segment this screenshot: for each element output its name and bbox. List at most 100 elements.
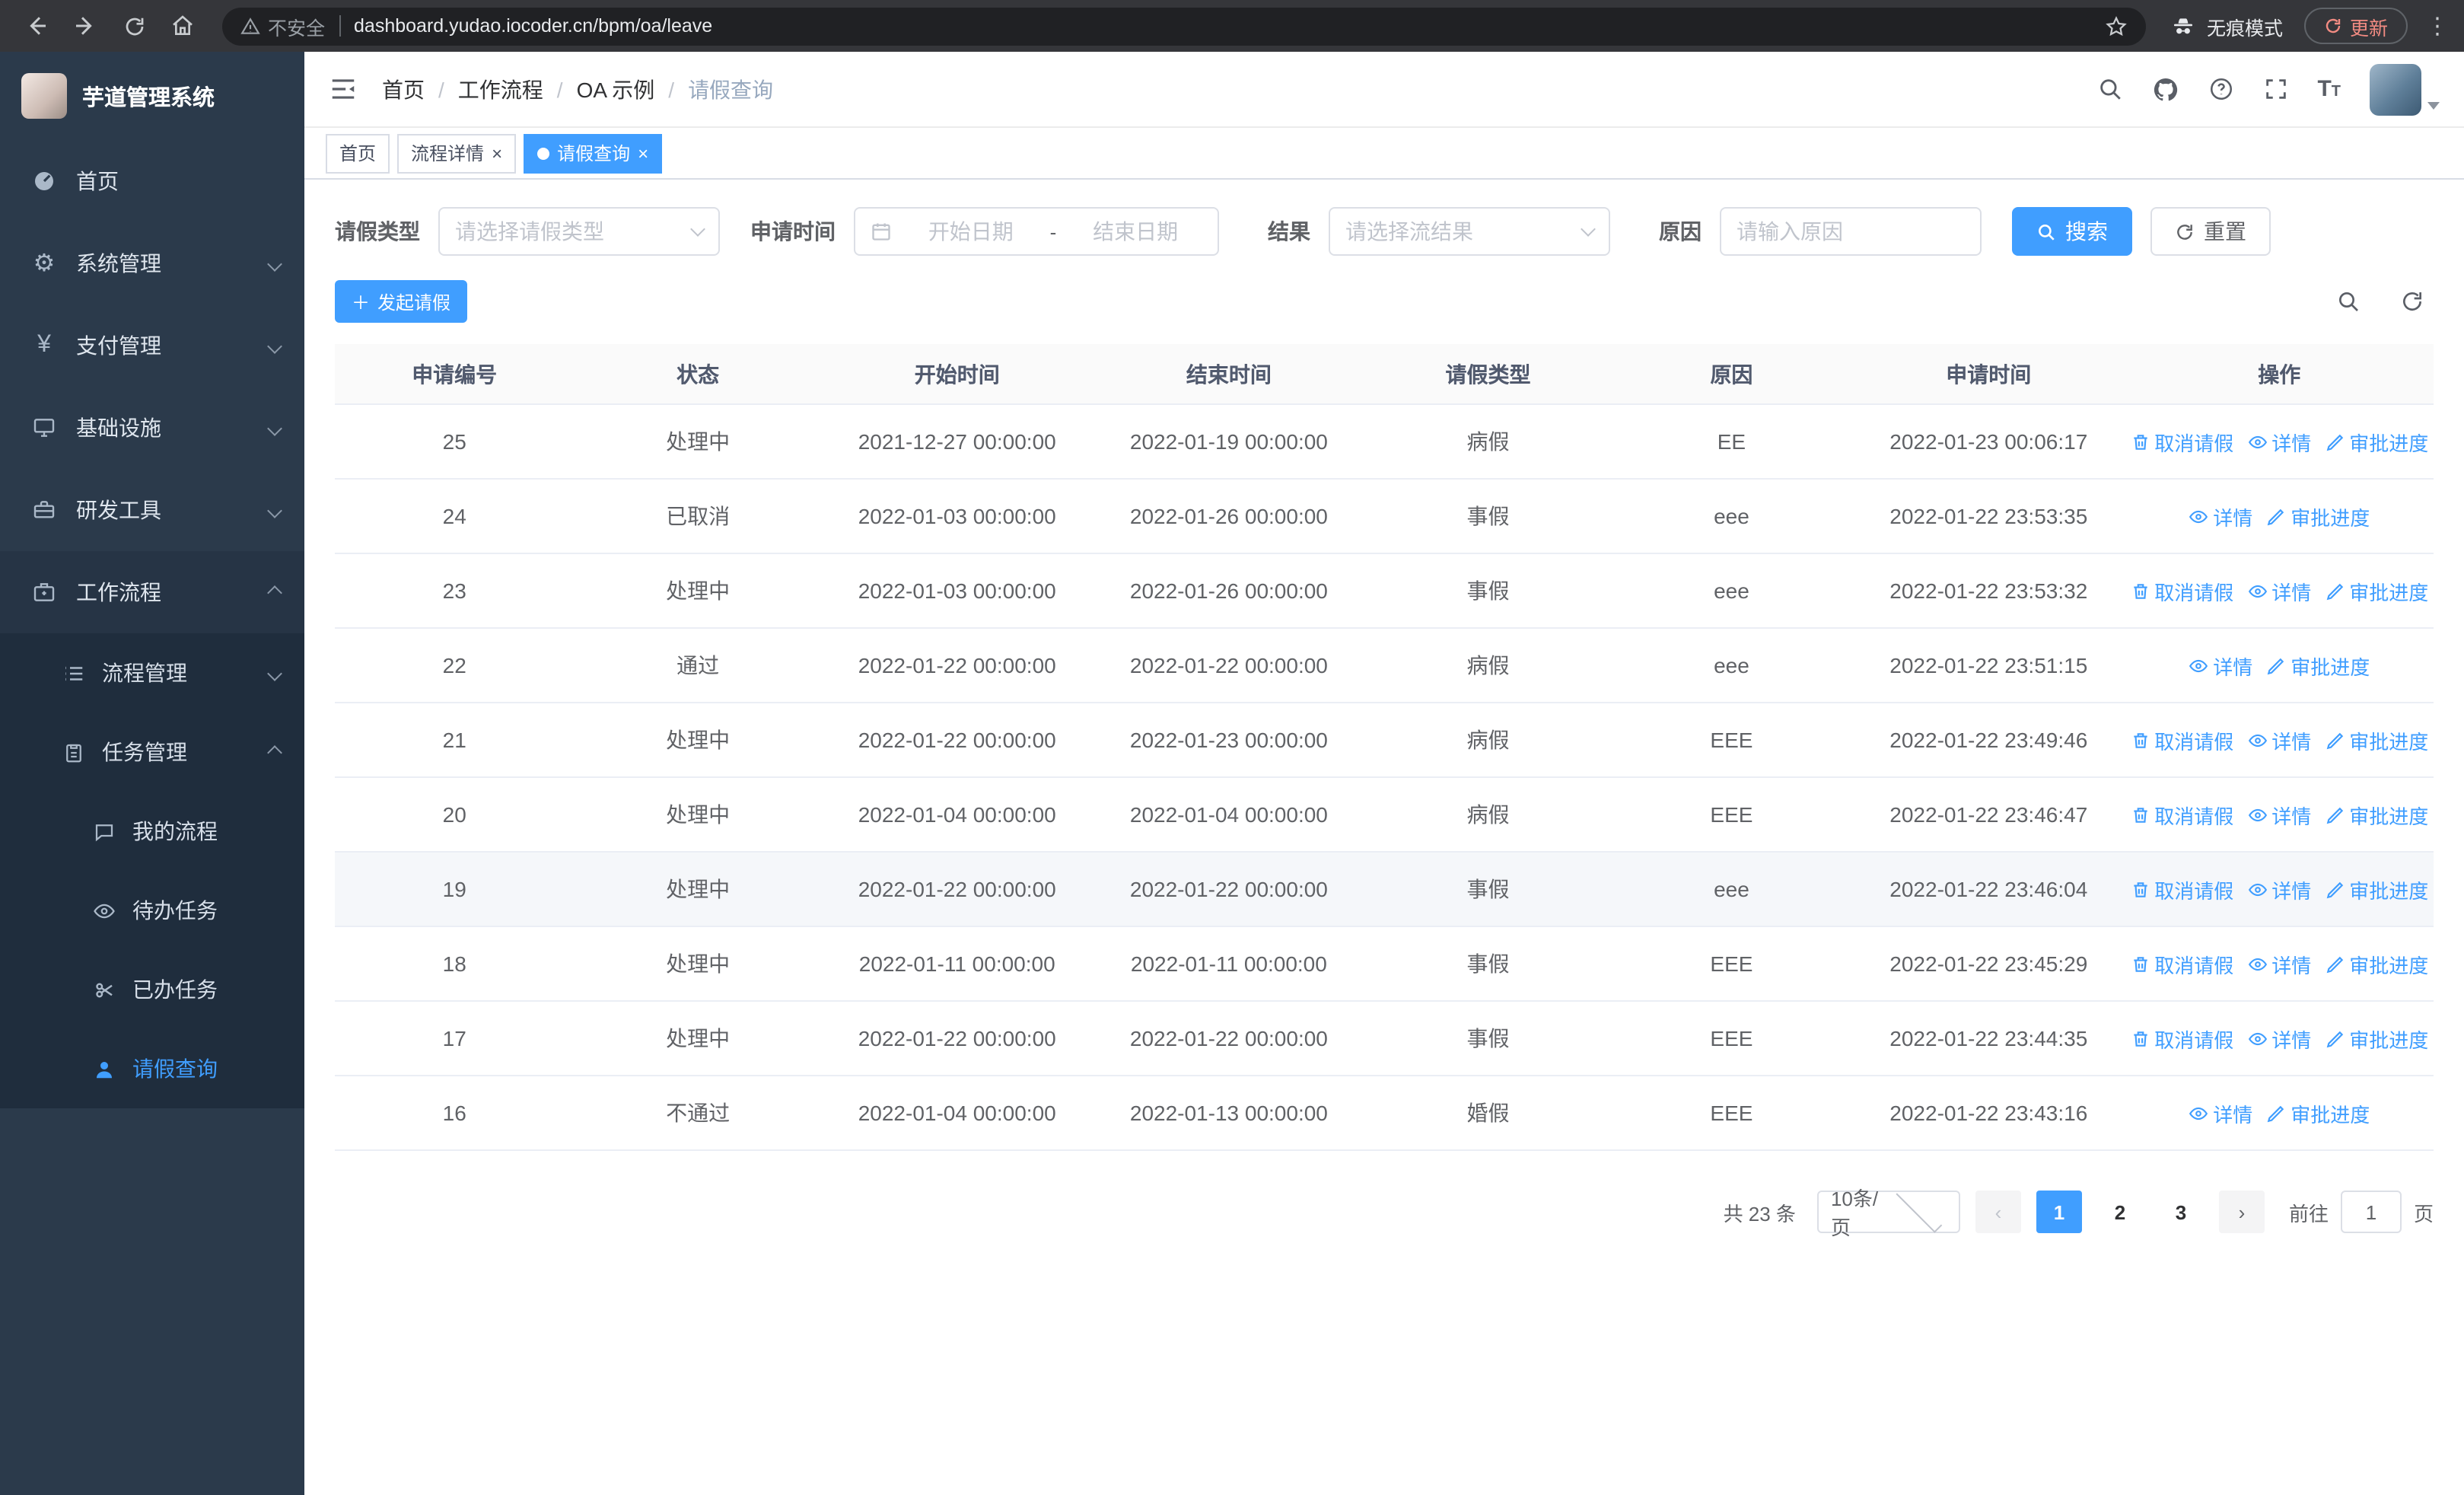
cancel-leave-link[interactable]: 取消请假 <box>2130 949 2233 978</box>
forward-icon[interactable] <box>64 5 107 47</box>
breadcrumb-item[interactable]: 首页 <box>382 74 425 104</box>
back-icon[interactable] <box>15 5 58 47</box>
sidebar-item-my-process[interactable]: 我的流程 <box>0 792 304 871</box>
cell-type: 婚假 <box>1466 1101 1510 1125</box>
approval-progress-link[interactable]: 审批进度 <box>2266 651 2370 680</box>
sidebar-item-process-mgmt[interactable]: 流程管理 <box>0 633 304 712</box>
refresh-icon[interactable] <box>113 5 155 47</box>
detail-link[interactable]: 详情 <box>2247 576 2311 605</box>
workflow-submenu: 流程管理 任务管理 我的流程 待办任务 已办任务 请假查询 <box>0 633 304 1108</box>
sidebar-item-payment[interactable]: ¥ 支付管理 <box>0 304 304 387</box>
bookmark-star-icon[interactable] <box>2105 14 2128 37</box>
avatar[interactable] <box>2370 63 2421 115</box>
close-icon[interactable]: × <box>492 144 502 162</box>
sidebar-item-task-mgmt[interactable]: 任务管理 <box>0 712 304 792</box>
sidebar-collapse-icon[interactable] <box>329 75 358 104</box>
tab-process-detail[interactable]: 流程详情 × <box>397 133 517 173</box>
approval-progress-link[interactable]: 审批进度 <box>2266 502 2370 531</box>
approval-progress-link[interactable]: 审批进度 <box>2325 1024 2428 1053</box>
page-button-3[interactable]: 3 <box>2158 1191 2204 1233</box>
help-icon[interactable] <box>2208 76 2233 102</box>
cell-start: 2022-01-22 00:00:00 <box>858 1026 1056 1050</box>
detail-label: 详情 <box>2271 954 2312 977</box>
breadcrumb-item[interactable]: OA 示例 <box>577 74 655 104</box>
sidebar-item-system[interactable]: ⚙ 系统管理 <box>0 222 304 304</box>
detail-link[interactable]: 详情 <box>2247 725 2311 754</box>
reason-input[interactable] <box>1737 219 1965 244</box>
sidebar-item-done-tasks[interactable]: 已办任务 <box>0 950 304 1029</box>
reset-button[interactable]: 重置 <box>2150 207 2271 256</box>
user-menu[interactable] <box>2370 63 2440 115</box>
page-button-2[interactable]: 2 <box>2097 1191 2143 1233</box>
cancel-leave-link[interactable]: 取消请假 <box>2130 576 2233 605</box>
toggle-search-icon[interactable] <box>2336 289 2361 314</box>
approval-progress-link[interactable]: 审批进度 <box>2266 1098 2370 1127</box>
incognito-label: 无痕模式 <box>2206 18 2283 39</box>
detail-link[interactable]: 详情 <box>2189 651 2252 680</box>
fullscreen-icon[interactable] <box>2262 76 2288 102</box>
sidebar-item-devtools[interactable]: 研发工具 <box>0 469 304 551</box>
address-bar[interactable]: 不安全 dashboard.yudao.iocoder.cn/bpm/oa/le… <box>222 7 2146 45</box>
page-size-select[interactable]: 10条/页 <box>1816 1186 1960 1239</box>
search-button[interactable]: 搜索 <box>2012 207 2132 256</box>
github-icon[interactable] <box>2151 75 2179 103</box>
detail-link[interactable]: 详情 <box>2247 875 2311 904</box>
detail-link[interactable]: 详情 <box>2247 949 2311 978</box>
tab-home[interactable]: 首页 <box>326 133 390 173</box>
url-text[interactable]: dashboard.yudao.iocoder.cn/bpm/oa/leave <box>354 15 712 37</box>
approval-progress-link[interactable]: 审批进度 <box>2325 800 2428 829</box>
tab-leave-query[interactable]: 请假查询 × <box>524 133 663 173</box>
prev-page-button[interactable]: ‹ <box>1975 1191 2021 1233</box>
update-button[interactable]: 更新 <box>2303 8 2408 44</box>
sidebar-item-leave-query[interactable]: 请假查询 <box>0 1029 304 1108</box>
approval-progress-link[interactable]: 审批进度 <box>2325 725 2428 754</box>
leave-type-select[interactable]: 请选择请假类型 <box>438 207 720 256</box>
cancel-leave-link[interactable]: 取消请假 <box>2130 427 2233 456</box>
approval-progress-link[interactable]: 审批进度 <box>2325 949 2428 978</box>
result-select[interactable]: 请选择流结果 <box>1329 207 1610 256</box>
browser-menu-icon[interactable]: ⋮ <box>2426 12 2449 40</box>
sidebar-item-todo-tasks[interactable]: 待办任务 <box>0 871 304 950</box>
not-secure-label[interactable]: 不安全 <box>268 11 325 40</box>
sidebar-item-home[interactable]: 首页 <box>0 140 304 222</box>
create-leave-button[interactable]: ＋ 发起请假 <box>335 280 468 323</box>
edit-icon <box>2267 1105 2284 1122</box>
cancel-leave-label: 取消请假 <box>2154 1028 2234 1051</box>
refresh-table-icon[interactable] <box>2400 289 2424 314</box>
cell-type: 病假 <box>1466 653 1510 677</box>
detail-label: 详情 <box>2271 432 2312 454</box>
next-page-button[interactable]: › <box>2218 1191 2265 1233</box>
calendar-icon <box>871 221 892 242</box>
date-range-picker[interactable]: 开始日期 - 结束日期 <box>854 207 1219 256</box>
sidebar-item-infrastructure[interactable]: 基础设施 <box>0 387 304 469</box>
eye-icon <box>2189 658 2208 672</box>
cancel-leave-link[interactable]: 取消请假 <box>2130 725 2233 754</box>
approval-progress-label: 审批进度 <box>2291 655 2370 678</box>
cancel-leave-link[interactable]: 取消请假 <box>2130 1024 2233 1053</box>
detail-link[interactable]: 详情 <box>2247 1024 2311 1053</box>
approval-progress-link[interactable]: 审批进度 <box>2325 875 2428 904</box>
detail-link[interactable]: 详情 <box>2247 427 2311 456</box>
detail-link[interactable]: 详情 <box>2189 1098 2252 1127</box>
goto-page-input[interactable] <box>2340 1191 2402 1233</box>
cancel-leave-link[interactable]: 取消请假 <box>2130 800 2233 829</box>
detail-link[interactable]: 详情 <box>2189 502 2252 531</box>
cell-applied: 2022-01-22 23:46:47 <box>1889 802 2088 827</box>
approval-progress-link[interactable]: 审批进度 <box>2325 427 2428 456</box>
cancel-leave-link[interactable]: 取消请假 <box>2130 875 2233 904</box>
sidebar-item-workflow[interactable]: 工作流程 <box>0 551 304 633</box>
app-title: 芋道管理系统 <box>82 86 215 110</box>
sidebar-item-label: 支付管理 <box>76 333 161 358</box>
search-form: 请假类型 请选择请假类型 申请时间 开始日期 - 结束日期 结果 请选择流结果 … <box>335 207 2434 256</box>
home-icon[interactable] <box>161 5 204 47</box>
dashboard-icon <box>30 169 58 193</box>
app-logo[interactable]: 芋道管理系统 <box>0 52 304 140</box>
breadcrumb-item[interactable]: 工作流程 <box>458 74 543 104</box>
close-icon[interactable]: × <box>638 144 648 162</box>
approval-progress-link[interactable]: 审批进度 <box>2325 576 2428 605</box>
font-size-icon[interactable]: TT <box>2317 78 2341 100</box>
page-button-1[interactable]: 1 <box>2036 1191 2082 1233</box>
detail-link[interactable]: 详情 <box>2247 800 2311 829</box>
chevron-down-icon <box>267 665 282 681</box>
search-icon[interactable] <box>2096 76 2122 102</box>
